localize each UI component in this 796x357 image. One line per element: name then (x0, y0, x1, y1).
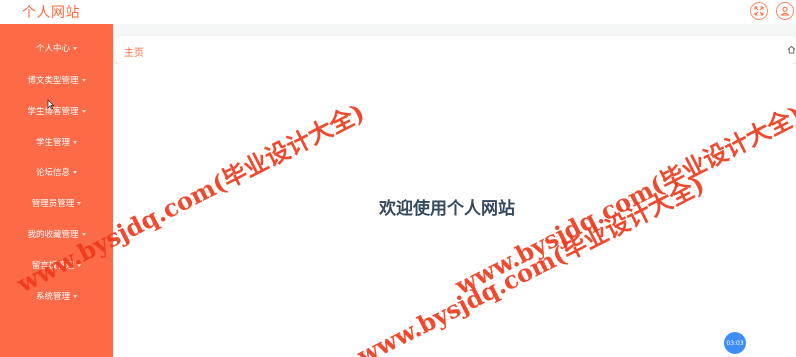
sidebar-item-favorites[interactable]: 我的收藏管理 (0, 224, 113, 244)
sidebar-item-label: 学生管理 (35, 138, 70, 148)
sidebar-item-label: 我的收藏管理 (27, 230, 79, 240)
sidebar-item-label: 管理员管理 (31, 199, 75, 209)
chevron-down-icon (81, 109, 86, 113)
chevron-down-icon (73, 140, 77, 144)
site-title: 个人网站 (22, 5, 80, 21)
home-icon[interactable] (787, 45, 796, 54)
sidebar-item-personal-center[interactable]: 个人中心 (0, 38, 113, 58)
sidebar-item-system[interactable]: 系统管理 (0, 286, 113, 306)
sidebar-item-label: 论坛信息 (35, 168, 70, 178)
chevron-down-icon (73, 294, 77, 298)
breadcrumb: 主页 (114, 36, 796, 64)
sidebar-menu: 个人中心 博文类型管理 学生博客管理 学生管理 论坛信息 管理员管理 我的收藏管… (0, 24, 113, 357)
mouse-cursor-icon (47, 99, 55, 110)
user-icon (780, 6, 790, 16)
user-button[interactable] (776, 2, 794, 20)
breadcrumb-home-link[interactable]: 主页 (124, 44, 144, 59)
welcome-heading: 欢迎使用个人网站 (379, 199, 515, 219)
sidebar-item-students[interactable]: 学生管理 (0, 132, 113, 152)
chevron-down-icon (81, 232, 86, 236)
content-panel: 欢迎使用个人网站 (113, 64, 796, 357)
sidebar-item-message-board[interactable]: 留言板管理 (0, 255, 113, 275)
chevron-down-icon (77, 201, 82, 205)
timer-badge[interactable]: 03:03 (724, 332, 746, 354)
chevron-down-icon (73, 46, 77, 50)
sidebar-item-student-blog[interactable]: 学生博客管理 (0, 101, 113, 121)
chevron-down-icon (77, 263, 82, 267)
top-header: 个人网站 (0, 0, 796, 24)
sidebar-item-blog-type[interactable]: 博文类型管理 (0, 70, 113, 90)
sidebar-item-admins[interactable]: 管理员管理 (0, 193, 113, 213)
sidebar-item-forum[interactable]: 论坛信息 (0, 162, 113, 182)
sidebar-item-label: 个人中心 (35, 44, 70, 54)
sidebar-item-label: 系统管理 (35, 292, 70, 302)
fullscreen-icon (754, 6, 764, 16)
chevron-down-icon (73, 170, 77, 174)
sidebar-item-label: 博文类型管理 (27, 76, 79, 86)
chevron-down-icon (81, 78, 86, 82)
fullscreen-button[interactable] (750, 2, 768, 20)
sidebar-item-label: 留言板管理 (31, 261, 75, 271)
